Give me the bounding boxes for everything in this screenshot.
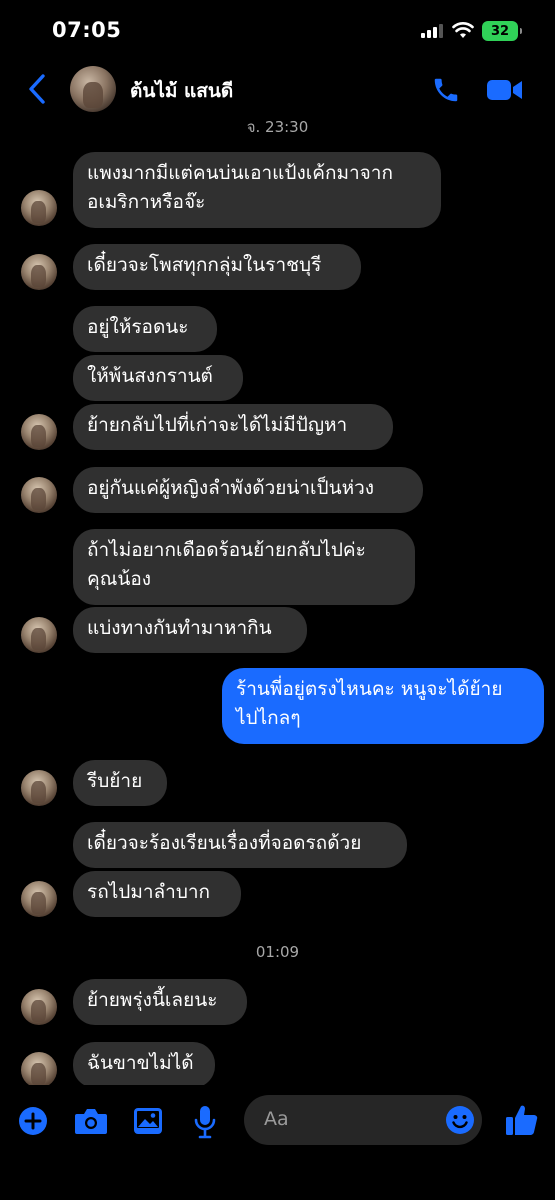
message-bubble[interactable]: ให้พ้นสงกรานต์ — [73, 355, 243, 401]
sender-avatar[interactable] — [21, 770, 57, 806]
sender-avatar[interactable] — [21, 881, 57, 917]
plus-icon[interactable] — [18, 1106, 48, 1136]
sender-avatar[interactable] — [21, 617, 57, 653]
message-bubble[interactable]: เดี๋ยวจะร้องเรียนเรื่องที่จอดรถด้วย — [73, 822, 407, 868]
message-bubble[interactable]: ย้ายกลับไปที่เก่าจะได้ไม่มีปัญหา — [73, 404, 393, 450]
message-composer: Aa — [0, 1085, 555, 1200]
sender-avatar[interactable] — [21, 1052, 57, 1088]
contact-avatar[interactable] — [70, 66, 116, 112]
image-icon[interactable] — [133, 1107, 163, 1135]
status-time: 07:05 — [52, 18, 122, 42]
message-bubble[interactable]: ถ้าไม่อยากเดือดร้อนย้ายกลับไปค่ะ คุณน้อง — [73, 529, 415, 605]
microphone-icon[interactable] — [193, 1105, 217, 1139]
message-bubble[interactable]: แบ่งทางกันทำมาหากิน — [73, 607, 307, 653]
sender-avatar[interactable] — [21, 414, 57, 450]
sender-avatar[interactable] — [21, 989, 57, 1025]
status-bar: 07:05 32 — [0, 0, 555, 62]
camera-icon[interactable] — [74, 1107, 108, 1135]
contact-name[interactable]: ต้นไม้ แสนดี — [130, 76, 233, 106]
message-input[interactable]: Aa — [244, 1095, 482, 1145]
message-bubble[interactable]: ฉันขาขไม่ได้ — [73, 1042, 215, 1088]
message-bubble[interactable]: รีบย้าย — [73, 760, 167, 806]
message-bubble[interactable]: อยู่ให้รอดนะ — [73, 306, 217, 352]
message-bubble[interactable]: เดี๋ยวจะโพสทุกกลุ่มในราชบุรี — [73, 244, 361, 290]
sender-avatar[interactable] — [21, 477, 57, 513]
message-bubble[interactable]: ย้ายพรุ่งนี้เลยนะ — [73, 979, 247, 1025]
emoji-icon[interactable] — [445, 1105, 475, 1135]
video-camera-icon[interactable] — [486, 75, 524, 105]
thumbs-up-icon[interactable] — [505, 1103, 539, 1137]
back-chevron-icon[interactable] — [26, 72, 48, 106]
wifi-icon — [452, 22, 474, 38]
message-bubble[interactable]: อยู่กันแค่ผู้หญิงลำพังด้วยน่าเป็นห่วง — [73, 467, 423, 513]
phone-icon[interactable] — [431, 75, 461, 105]
my-message-bubble[interactable]: ร้านพี่อยู่ตรงไหนคะ หนูจะได้ย้าย ไปไกลๆ — [222, 668, 544, 744]
timestamp: 01:09 — [255, 943, 300, 961]
battery-indicator: 32 — [482, 21, 522, 41]
message-bubble[interactable]: แพงมากมีแต่คนบ่นเอาแป้งเค้กมาจาก อเมริกา… — [73, 152, 441, 228]
cellular-signal-icon — [421, 24, 443, 38]
conversation-header: ต้นไม้ แสนดี — [0, 62, 555, 120]
message-bubble[interactable]: รถไปมาลำบาก — [73, 871, 241, 917]
sender-avatar[interactable] — [21, 190, 57, 226]
timestamp: จ. 23:30 — [246, 118, 309, 136]
message-input-placeholder: Aa — [264, 1108, 289, 1130]
sender-avatar[interactable] — [21, 254, 57, 290]
